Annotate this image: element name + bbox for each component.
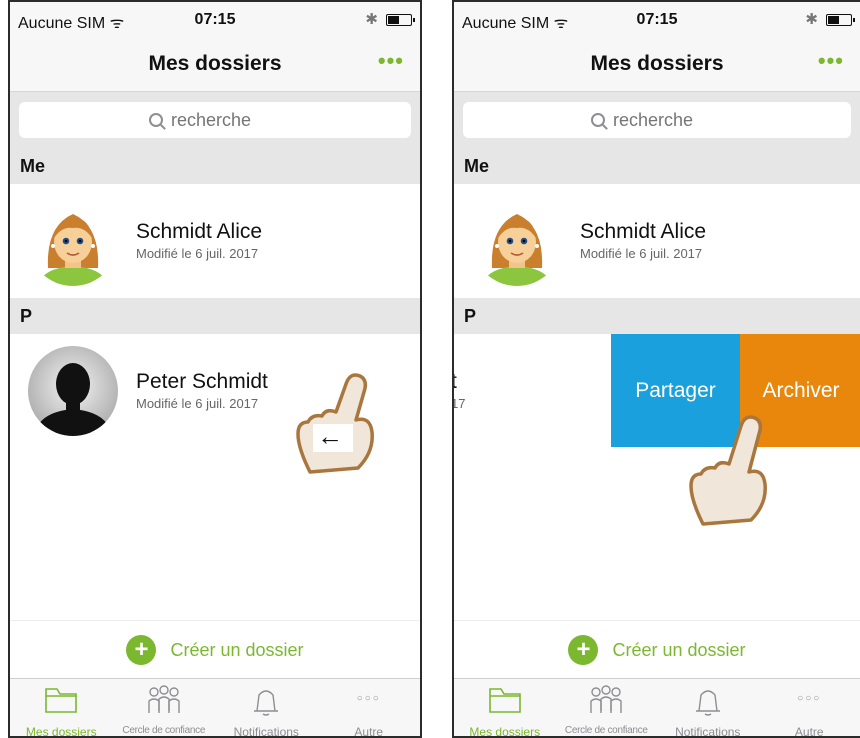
tab-label: Autre	[794, 725, 824, 738]
clock: 07:15	[194, 11, 236, 28]
more-options-button[interactable]: •••	[378, 48, 404, 74]
search-bar	[454, 92, 860, 148]
contact-modified-fragment: 17	[454, 396, 466, 411]
bluetooth-icon: ✱	[805, 11, 818, 28]
tab-label: Autre	[354, 725, 384, 738]
people-group-icon	[590, 685, 622, 713]
tab-autre[interactable]: ○○○ Autre	[318, 679, 421, 738]
search-bar	[10, 92, 420, 148]
carrier-label: Aucune SIM ᯤ	[462, 15, 569, 32]
contact-modified: Modifié le 6 juil. 2017	[580, 246, 703, 261]
tab-notifications[interactable]: Notifications	[657, 679, 759, 738]
bluetooth-icon: ✱	[365, 11, 378, 28]
carrier-label: Aucune SIM ᯤ	[18, 15, 125, 32]
plus-icon: +	[126, 634, 157, 665]
create-folder-label: Créer un dossier	[170, 640, 304, 660]
search-input[interactable]	[613, 110, 723, 131]
tab-label: Notifications	[233, 725, 299, 738]
battery-icon	[826, 14, 855, 26]
contact-modified: Modifié le 6 juil. 2017	[136, 246, 259, 261]
tab-label: Mes dossiers	[469, 725, 541, 738]
search-icon	[591, 113, 605, 127]
tab-label: Cercle de confiance	[564, 725, 648, 736]
contact-name: Schmidt Alice	[580, 220, 707, 243]
avatar-alice	[472, 196, 562, 286]
section-header-p: P	[10, 298, 420, 334]
contact-name: Peter Schmidt	[136, 370, 268, 393]
tab-mes-dossiers[interactable]: Mes dossiers	[454, 679, 556, 738]
search-icon	[149, 113, 163, 127]
more-options-button[interactable]: •••	[818, 48, 844, 74]
phone-screen-right: Aucune SIM ᯤ 07:15 ✱ Mes dossiers ••• Me	[452, 0, 860, 738]
hand-pointer-icon: ←	[286, 364, 390, 481]
contact-modified: Modifié le 6 juil. 2017	[136, 396, 259, 411]
bell-icon	[695, 690, 720, 716]
more-dots-icon: ○○○	[356, 693, 381, 704]
contact-name: Schmidt Alice	[136, 220, 263, 243]
tab-notifications[interactable]: Notifications	[215, 679, 318, 738]
avatar-peter	[28, 346, 118, 436]
page-title: Mes dossiers	[148, 52, 282, 75]
create-folder-label: Créer un dossier	[612, 640, 746, 660]
search-field[interactable]	[463, 102, 851, 138]
nav-bar: Mes dossiers •••	[10, 40, 420, 92]
tab-label: Mes dossiers	[25, 725, 97, 738]
people-group-icon	[148, 685, 180, 713]
phone-screen-left: Aucune SIM ᯤ 07:15 ✱ Mes dossiers ••• Me	[8, 0, 422, 738]
section-header-me: Me	[454, 148, 860, 184]
tab-cercle-de-confiance[interactable]: Cercle de confiance	[556, 679, 658, 736]
tab-autre[interactable]: ○○○ Autre	[759, 679, 860, 738]
list-item-alice[interactable]: Schmidt Alice Modifié le 6 juil. 2017	[10, 184, 420, 297]
list-item-peter-swiped[interactable]: t 17 Partager Archiver	[454, 334, 860, 447]
clock: 07:15	[636, 11, 678, 28]
hand-pointer-icon	[679, 402, 783, 533]
list-item-alice[interactable]: Schmidt Alice Modifié le 6 juil. 2017	[454, 184, 860, 297]
more-dots-icon: ○○○	[797, 693, 822, 704]
status-bar: Aucune SIM ᯤ 07:15 ✱	[10, 2, 420, 40]
bell-icon	[254, 690, 279, 716]
folder-icon	[488, 688, 521, 713]
tab-mes-dossiers[interactable]: Mes dossiers	[10, 679, 113, 738]
battery-icon	[386, 14, 415, 26]
swipe-left-arrow: ←	[317, 421, 343, 451]
create-folder-button[interactable]: + Créer un dossier	[10, 620, 420, 678]
section-header-p: P	[454, 298, 860, 334]
create-folder-button[interactable]: + Créer un dossier	[454, 620, 860, 678]
search-field[interactable]	[19, 102, 411, 138]
tab-bar: Mes dossiers Cercle de confiance Notific…	[10, 678, 421, 738]
avatar-alice	[28, 196, 118, 286]
contact-name-fragment: t	[454, 370, 457, 394]
tab-label: Cercle de confiance	[122, 725, 206, 736]
plus-icon: +	[568, 634, 599, 665]
page-title: Mes dossiers	[590, 52, 724, 75]
tab-label: Notifications	[675, 725, 741, 738]
folder-icon	[45, 688, 78, 713]
nav-bar: Mes dossiers •••	[454, 40, 860, 92]
status-bar: Aucune SIM ᯤ 07:15 ✱	[454, 2, 860, 40]
section-header-me: Me	[10, 148, 420, 184]
search-input[interactable]	[171, 110, 281, 131]
tab-cercle-de-confiance[interactable]: Cercle de confiance	[113, 679, 216, 736]
tab-bar: Mes dossiers Cercle de confiance Notific…	[454, 678, 860, 738]
